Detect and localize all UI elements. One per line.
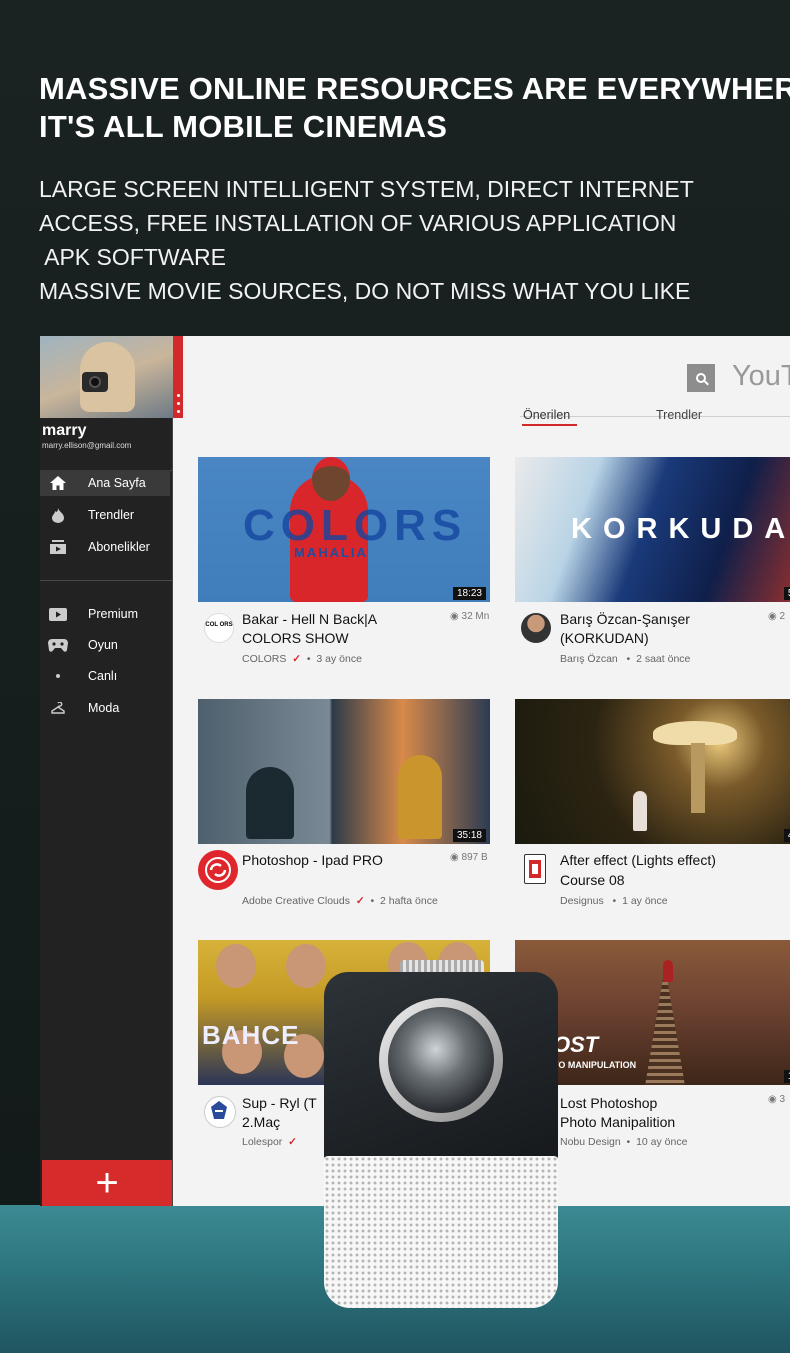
video-title-line-2[interactable]: COLORS SHOW <box>242 629 349 648</box>
channel-avatar[interactable] <box>521 613 551 643</box>
video-meta: COLORS ✓ • 3 ay önce <box>242 653 362 665</box>
sidebar-item-label: Ana Sayfa <box>88 476 146 490</box>
profile-photo[interactable] <box>40 336 173 418</box>
view-count: ◉ 3 <box>768 1094 786 1105</box>
home-icon <box>48 475 68 491</box>
video-meta: Adobe Creative Clouds ✓ • 2 hafta önce <box>242 895 438 907</box>
lolespor-logo-icon <box>211 1101 227 1119</box>
view-count: ◉ 897 B <box>450 852 488 863</box>
channel-name[interactable]: Nobu Design <box>560 1136 621 1148</box>
duration-badge: 41 <box>783 829 790 842</box>
sidebar-item-trendler[interactable]: Trendler <box>40 502 170 528</box>
live-icon <box>48 668 68 684</box>
channel-avatar[interactable]: COL ORS <box>204 613 234 643</box>
channel-name[interactable]: Designus <box>560 895 604 907</box>
sidebar-item-label: Canlı <box>88 669 118 683</box>
verified-icon: ✓ <box>292 653 301 665</box>
projector-device <box>324 960 558 1310</box>
channel-avatar[interactable] <box>204 1096 236 1128</box>
verified-icon: ✓ <box>288 1136 297 1148</box>
camera-icon <box>82 372 108 392</box>
sidebar-item-moda[interactable]: Moda <box>40 695 170 721</box>
creative-cloud-icon <box>205 857 231 883</box>
video-thumbnail[interactable]: KORKUDAN 56 <box>515 457 790 602</box>
eye-icon: ◉ <box>450 611 462 622</box>
duration-badge: 12 <box>783 1070 790 1083</box>
sidebar-item-label: Abonelikler <box>88 540 150 554</box>
sidebar: marry marry.ellison@gmail.com Ana Sayfa … <box>40 336 173 1206</box>
video-title[interactable]: Bakar - Hell N Back|A <box>242 610 377 629</box>
video-title[interactable]: Photoshop - Ipad PRO <box>242 851 383 870</box>
channel-name[interactable]: COLORS <box>242 653 286 665</box>
username: marry <box>42 422 87 439</box>
channel-name[interactable]: Lolespor <box>242 1136 282 1148</box>
headline-line-1: MASSIVE ONLINE RESOURCES ARE EVERYWHERE <box>39 71 790 106</box>
tab-trendler[interactable]: Trendler <box>656 408 702 422</box>
description-line-3: APK SOFTWARE <box>39 244 227 270</box>
sidebar-item-label: Premium <box>88 607 139 621</box>
lens-icon <box>388 1007 494 1113</box>
video-title-line-2[interactable]: 2.Maç <box>242 1113 280 1132</box>
video-title[interactable]: Lost Photoshop <box>560 1094 657 1113</box>
headline: MASSIVE ONLINE RESOURCES ARE EVERYWHERE … <box>39 70 790 146</box>
sidebar-item-label: Trendler <box>88 508 135 522</box>
video-meta: Nobu Design • 10 ay önce <box>560 1136 688 1148</box>
channel-avatar[interactable] <box>524 854 546 884</box>
video-title[interactable]: Barış Özcan-Şanışer <box>560 610 690 629</box>
tab-onerilen[interactable]: Önerilen <box>523 408 570 422</box>
video-meta: Designus • 1 ay önce <box>560 895 668 907</box>
channel-avatar[interactable] <box>198 850 238 890</box>
video-thumbnail[interactable]: 41 <box>515 699 790 844</box>
sidebar-item-canli[interactable]: Canlı <box>40 663 170 689</box>
video-thumbnail[interactable]: COLORS MAHALIA 18:23 <box>198 457 490 602</box>
play-icon <box>48 606 68 622</box>
video-meta: Lolespor ✓ <box>242 1136 297 1148</box>
app-logo: YouT <box>732 360 790 392</box>
verified-icon: ✓ <box>355 895 365 907</box>
duration-badge: 56 <box>783 587 790 600</box>
description: LARGE SCREEN INTELLIGENT SYSTEM, DIRECT … <box>39 172 694 308</box>
designus-logo-icon <box>529 860 541 878</box>
view-count: ◉ 2 <box>768 611 786 622</box>
video-title[interactable]: Sup - Ryl (T <box>242 1094 317 1113</box>
sidebar-item-abonelikler[interactable]: Abonelikler <box>40 534 170 560</box>
description-line-2: ACCESS, FREE INSTALLATION OF VARIOUS APP… <box>39 210 677 236</box>
sidebar-item-oyun[interactable]: Oyun <box>40 632 170 658</box>
active-tab-indicator <box>522 424 577 426</box>
plus-icon: + <box>95 1160 119 1205</box>
duration-badge: 35:18 <box>452 829 486 842</box>
channel-name[interactable]: Adobe Creative Clouds <box>242 895 350 907</box>
video-thumbnail[interactable]: 35:18 <box>198 699 490 844</box>
subscriptions-icon <box>48 539 68 555</box>
channel-name[interactable]: Barış Özcan <box>560 653 618 665</box>
gamepad-icon <box>48 637 68 653</box>
description-line-4: MASSIVE MOVIE SOURCES, DO NOT MISS WHAT … <box>39 278 691 304</box>
sidebar-item-label: Oyun <box>88 638 118 652</box>
hanger-icon <box>48 700 68 716</box>
divider <box>40 580 173 581</box>
video-title-line-2[interactable]: (KORKUDAN) <box>560 629 649 648</box>
duration-badge: 18:23 <box>452 587 486 600</box>
description-line-1: LARGE SCREEN INTELLIGENT SYSTEM, DIRECT … <box>39 176 694 202</box>
sidebar-item-label: Moda <box>88 701 120 715</box>
view-count: ◉ 32 Mn <box>450 611 490 622</box>
video-title-line-2[interactable]: Course 08 <box>560 871 625 890</box>
speaker-grille <box>324 1156 558 1308</box>
video-meta: Barış Özcan • 2 saat önce <box>560 653 691 665</box>
search-button[interactable] <box>687 364 715 392</box>
accent-strip <box>173 336 183 418</box>
user-email: marry.ellison@gmail.com <box>42 441 132 450</box>
sidebar-item-premium[interactable]: Premium <box>40 601 170 627</box>
search-icon <box>696 373 706 383</box>
add-button[interactable]: + <box>42 1160 172 1206</box>
sidebar-item-ana-sayfa[interactable]: Ana Sayfa <box>40 470 170 496</box>
flame-icon <box>48 507 68 523</box>
video-title[interactable]: After effect (Lights effect) <box>560 851 716 870</box>
video-title-line-2[interactable]: Photo Manipalition <box>560 1113 675 1132</box>
headline-line-2: IT'S ALL MOBILE CINEMAS <box>39 109 448 144</box>
